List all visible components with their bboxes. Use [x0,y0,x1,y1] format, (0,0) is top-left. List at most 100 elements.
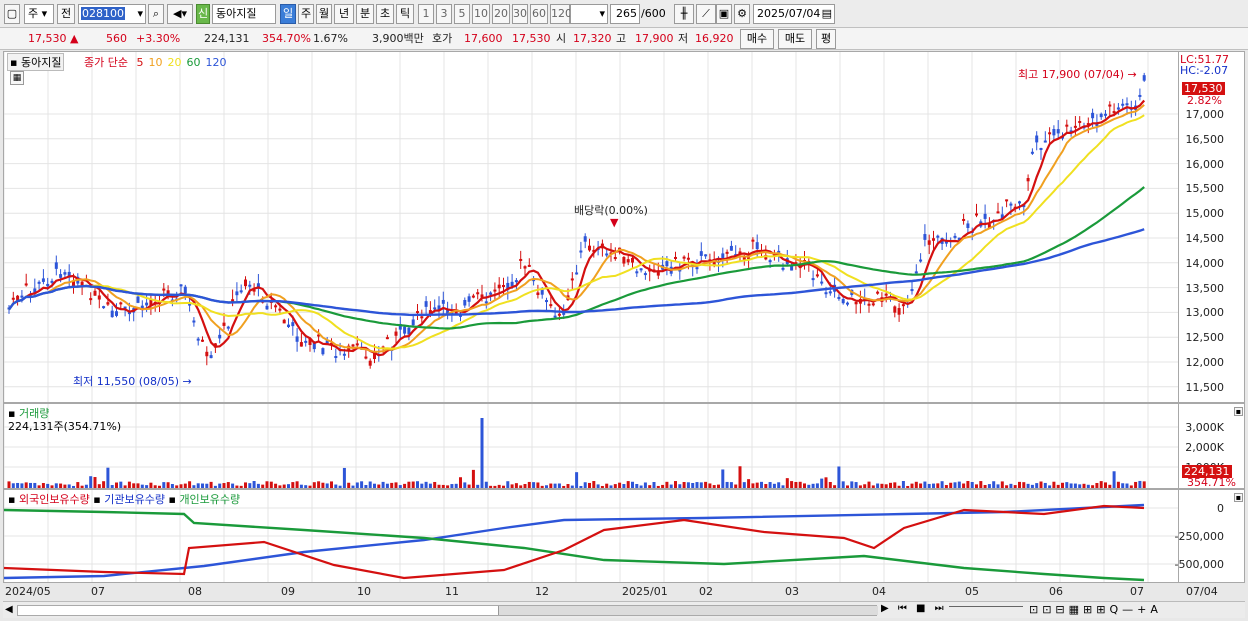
volume-bar [239,485,243,488]
line-tool-icon[interactable]: ⟋ [696,4,716,24]
code-input[interactable]: 028100 ▾ [78,4,146,24]
minute-button[interactable]: 1 [418,4,434,24]
volume-bar [213,485,217,488]
volume-bar [824,477,828,488]
candle-body [884,293,888,296]
price-chart-panel[interactable]: ▪ 동아지질 종가 단순 5 10 20 60 120 ▦ 최고 17,900 (07/… [3,51,1179,403]
view-icons[interactable]: ⊡⊡⊟▦⊞⊞Q—+A [1029,603,1162,616]
volume-bar [648,485,652,488]
period-tab[interactable]: 주 [298,4,314,24]
volume-bar [50,485,54,488]
scrollbar-thumb[interactable] [498,606,878,615]
unit-select[interactable]: ▾ [570,4,608,24]
ma-label: 종가 단순 [84,56,128,69]
holdings-panel[interactable]: ▪ 외국인보유수량 ▪ 기관보유수량 ▪ 개인보유수량 [3,489,1179,583]
volume-bar [72,485,75,488]
candle-icon[interactable]: ╫ [674,4,694,24]
volume-bar [476,484,480,488]
volume-bar [381,481,385,488]
candle-body [1009,203,1013,206]
gear-icon[interactable]: ⚙ [734,4,750,24]
minute-button[interactable]: 5 [454,4,470,24]
volume-bar [992,481,996,488]
x-axis-label: 04 [872,585,886,598]
scroll-left-icon[interactable]: ◀ [5,604,13,615]
volume-bar [519,485,523,488]
volume-bar [226,482,230,488]
calendar-icon[interactable]: ▤ [822,5,832,23]
turnover-pct: 1.67% [313,32,348,45]
ma-legend: 종가 단순 5 10 20 60 120 [84,54,226,70]
candle-body [93,290,97,296]
volume-bar [755,482,759,488]
volume-bar [342,467,346,488]
x-axis-label: 10 [357,585,371,598]
candle-body [119,302,123,305]
volume-bar [828,481,832,488]
candle-body [239,290,243,293]
volume-axis-tick: 3,000K [1185,421,1224,434]
volume-bar [119,481,123,488]
stock-name-field[interactable]: 동아지질 [212,4,276,24]
volume-bar [127,481,131,488]
price-axis-tick: 17,000 [1185,108,1225,121]
volume-bar [433,481,437,488]
volume-bar [248,483,252,488]
volume-bar [463,482,467,488]
prev-button[interactable]: 전 [57,4,75,24]
volume: 224,131 [204,32,250,45]
volume-bar [803,483,806,488]
volume-bar [807,484,811,488]
volume-bar [661,484,665,488]
minute-button[interactable]: 120 [550,4,572,24]
candle-body [304,340,308,343]
candle-body [50,280,54,283]
candle-body [115,311,118,316]
candle-body [183,286,187,294]
buy-button[interactable]: 매수 [740,29,774,49]
date-input[interactable]: 2025/07/04 ▤ [753,4,835,24]
candle-body [545,300,548,303]
speaker-icon[interactable]: ◀▾ [167,4,193,24]
window-icon[interactable]: ▢ [4,4,20,24]
period-tab[interactable]: 분 [356,4,374,24]
volume-bar [20,483,24,488]
volume-bar [252,481,256,488]
volume-bar [63,484,67,488]
count-input[interactable]: 265 [610,4,640,24]
playback-controls[interactable]: ▶ ⏮ ■ ⏭ [881,603,947,614]
sell-button[interactable]: 매도 [778,29,812,49]
close-icon[interactable]: ▪ [1234,493,1243,502]
minute-button[interactable]: 60 [530,4,548,24]
volume-bar [583,482,587,488]
volume-bar [299,484,303,488]
candle-body [368,360,372,366]
search-icon[interactable]: ⌕ [148,4,164,24]
eval-button[interactable]: 평 [816,29,836,49]
save-icon[interactable]: ▣ [716,4,732,24]
period-tab[interactable]: 틱 [396,4,414,24]
minute-button[interactable]: 30 [512,4,528,24]
volume-bar [846,485,849,488]
period-tab[interactable]: 년 [334,4,354,24]
period-tab[interactable]: 초 [376,4,394,24]
volume-bar [441,484,445,488]
type-select[interactable]: 주 ▾ [24,4,54,24]
scrollbar-track[interactable] [17,605,878,616]
zoom-slider[interactable] [949,606,1023,609]
foreign-line [4,504,1145,580]
close-icon[interactable]: ▪ [1234,407,1243,416]
candle-body [725,251,729,254]
period-tab[interactable]: 일 [280,4,296,24]
table-icon[interactable]: ▦ [10,71,24,85]
minute-button[interactable]: 20 [492,4,510,24]
candle-body [983,213,987,219]
volume-panel[interactable]: ▪ 거래량 224,131주(354.71%) [3,403,1179,489]
minute-button[interactable]: 10 [472,4,490,24]
period-tab[interactable]: 월 [316,4,332,24]
candle-body [1026,178,1030,182]
legend-foreign: ▪ 외국인보유수량 [8,493,90,506]
candle-body [695,267,699,270]
candle-body [510,281,514,287]
minute-button[interactable]: 3 [436,4,452,24]
